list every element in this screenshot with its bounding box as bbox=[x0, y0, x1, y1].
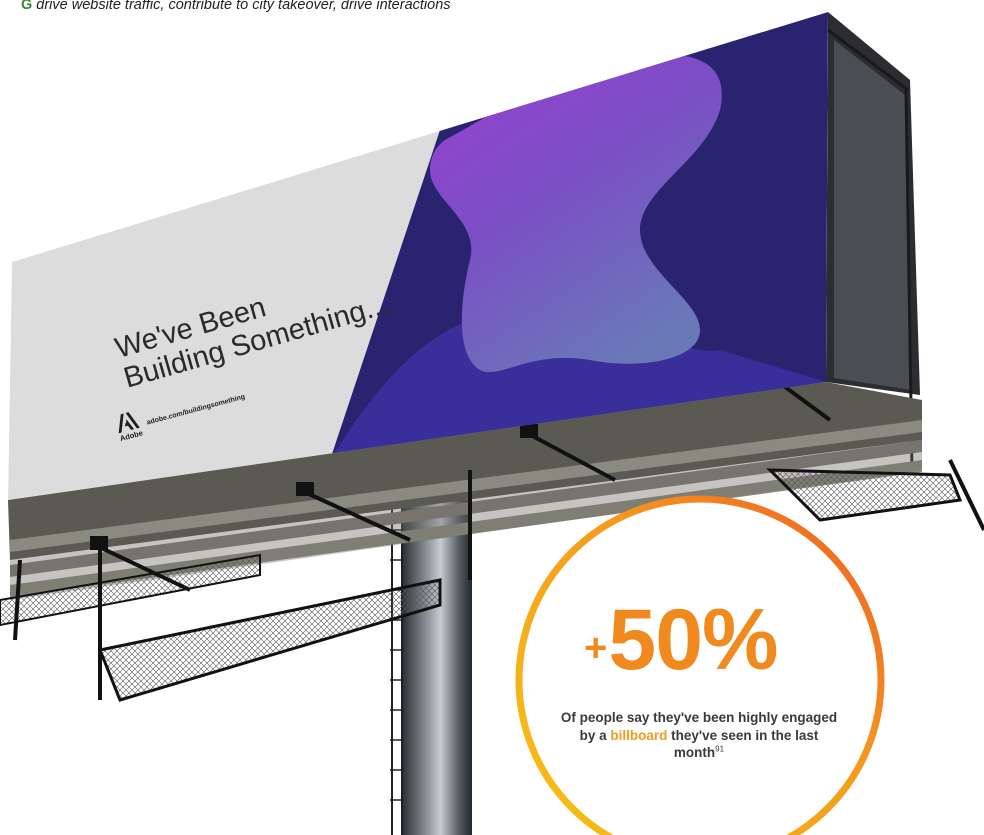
billboard-pole bbox=[402, 500, 472, 835]
stat-number: 50% bbox=[608, 592, 778, 688]
stat-footnote: 91 bbox=[715, 744, 725, 754]
pole-ladder bbox=[391, 505, 403, 835]
stat-description: Of people say they've been highly engage… bbox=[556, 709, 842, 762]
stat-value: +50% bbox=[584, 597, 779, 683]
right-catwalk bbox=[766, 468, 963, 522]
stat-text-after: they've seen in the last month bbox=[667, 727, 819, 761]
lower-catwalk bbox=[97, 578, 442, 702]
stat-plus: + bbox=[584, 626, 607, 670]
stat-highlight: billboard bbox=[610, 727, 668, 743]
